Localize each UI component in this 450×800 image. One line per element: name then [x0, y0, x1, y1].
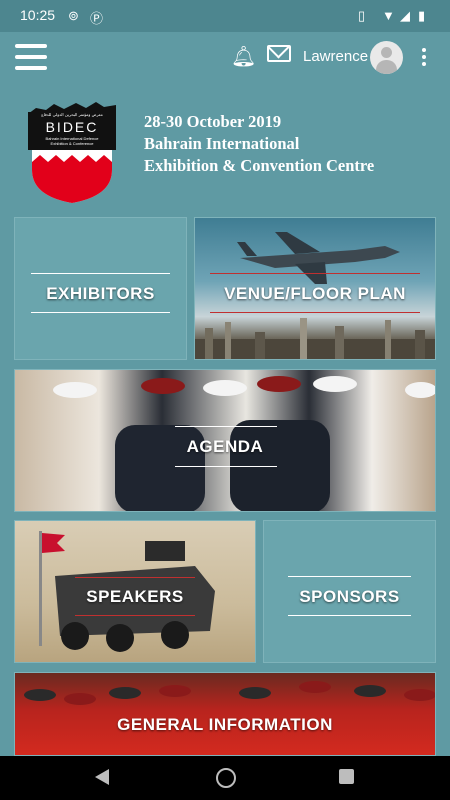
mail-icon[interactable]	[267, 45, 291, 62]
event-dates: 28-30 October 2019	[144, 112, 282, 131]
wifi-icon: ▼	[382, 8, 395, 23]
event-venue-line1: Bahrain International	[144, 134, 300, 153]
exhibitors-label: EXHIBITORS	[46, 284, 155, 303]
notification-icon: ⊚	[68, 8, 79, 23]
venue-floor-plan-tile[interactable]: VENUE/FLOOR PLAN	[194, 217, 436, 360]
battery-icon: ▮	[418, 8, 426, 23]
recent-apps-icon[interactable]	[339, 769, 354, 784]
avatar[interactable]	[370, 41, 403, 74]
status-bar: 10:25 ⊚ Ⓟ ▯ ▼ ◢ ▮	[0, 0, 450, 32]
system-nav-bar	[0, 756, 450, 800]
sponsors-tile[interactable]: SPONSORS	[263, 520, 436, 663]
speakers-label: SPEAKERS	[86, 587, 184, 606]
app-p-icon: Ⓟ	[90, 11, 104, 26]
general-information-label: GENERAL INFORMATION	[117, 715, 333, 734]
general-information-tile[interactable]: GENERAL INFORMATION	[14, 672, 436, 756]
menu-icon[interactable]	[15, 44, 47, 70]
exhibitors-tile[interactable]: EXHIBITORS	[14, 217, 187, 360]
status-time: 10:25	[20, 7, 56, 23]
agenda-label: AGENDA	[186, 437, 264, 456]
agenda-tile[interactable]: AGENDA	[14, 369, 436, 512]
event-venue-line2: Exhibition & Convention Centre	[144, 156, 375, 175]
logo-line2: Exhibition & Conference	[51, 141, 95, 146]
speakers-tile[interactable]: SPEAKERS	[14, 520, 256, 663]
bidec-logo: معرض ومؤتمر البحرين الدولي للدفاع BIDEC …	[28, 102, 116, 203]
venue-floor-plan-label: VENUE/FLOOR PLAN	[224, 284, 406, 303]
vibrate-icon: ▯	[358, 8, 366, 23]
logo-arabic: معرض ومؤتمر البحرين الدولي للدفاع	[41, 112, 103, 117]
event-info: 28-30 October 2019 Bahrain International…	[144, 111, 374, 177]
back-icon[interactable]	[95, 769, 109, 785]
city-skyline-image	[195, 318, 435, 359]
home-icon[interactable]	[216, 768, 236, 788]
signal-icon: ◢	[400, 8, 410, 23]
app-bar: 🔔︎ Lawrence	[0, 32, 450, 84]
logo-brand: BIDEC	[46, 119, 99, 135]
fighter-jet-image	[237, 232, 400, 284]
username[interactable]: Lawrence	[303, 48, 368, 65]
more-options-icon[interactable]	[422, 48, 427, 69]
bell-icon[interactable]: 🔔︎	[231, 44, 256, 69]
sponsors-label: SPONSORS	[299, 587, 400, 606]
